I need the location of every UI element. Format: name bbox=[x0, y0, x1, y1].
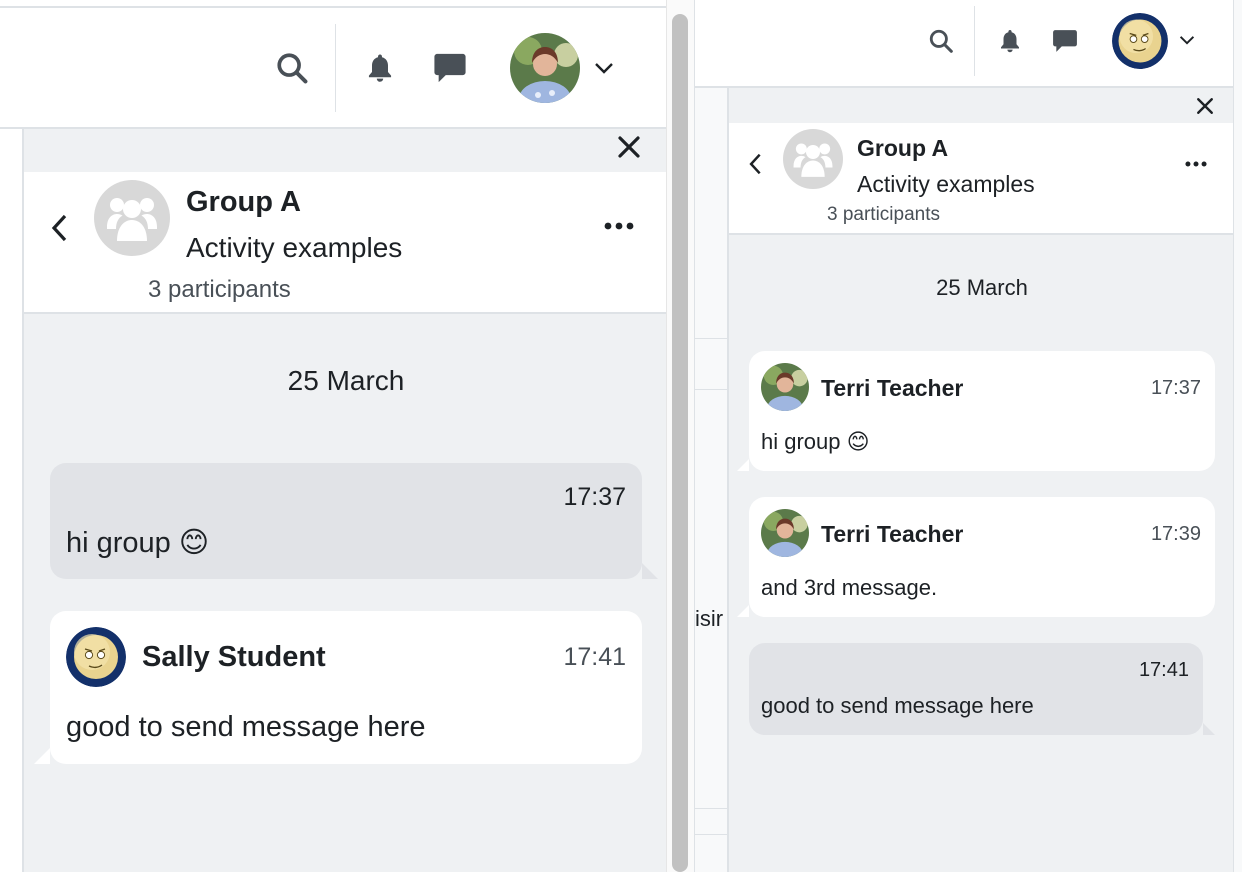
sender-name: Sally Student bbox=[142, 641, 326, 673]
search-icon[interactable] bbox=[923, 24, 959, 58]
background-page-text: isir bbox=[695, 606, 724, 631]
bubble-tail bbox=[34, 748, 50, 764]
group-name: Group A bbox=[186, 186, 301, 218]
close-icon[interactable] bbox=[614, 135, 644, 165]
chevron-left-icon[interactable] bbox=[44, 210, 74, 246]
conversation-header: Group A Activity examples 3 participants bbox=[24, 172, 668, 314]
navbar-divider bbox=[335, 24, 336, 112]
conversation-header: Group A Activity examples 3 participants bbox=[729, 123, 1235, 235]
divider bbox=[695, 834, 727, 835]
group-subtitle: Activity examples bbox=[857, 171, 1035, 197]
chat-icon[interactable] bbox=[428, 48, 472, 88]
bubble-tail bbox=[737, 605, 749, 617]
navbar-divider bbox=[974, 6, 975, 76]
scrollbar-thumb[interactable] bbox=[672, 14, 688, 872]
group-name: Group A bbox=[857, 135, 949, 161]
right-browser-window: isir Group A Activity examples 3 partici… bbox=[694, 0, 1242, 872]
user-avatar[interactable] bbox=[1112, 13, 1168, 69]
message-bubble-other: Terri Teacher 17:37 hi group 😊 bbox=[737, 351, 1215, 471]
message-time: 17:39 bbox=[1150, 523, 1201, 545]
message-drawer: Group A Activity examples 3 participants… bbox=[22, 129, 668, 872]
bubble-tail bbox=[737, 459, 749, 471]
search-icon[interactable] bbox=[270, 48, 314, 88]
message-text: good to send message here bbox=[761, 693, 1034, 718]
participant-count[interactable]: 3 participants bbox=[827, 204, 940, 226]
group-subtitle: Activity examples bbox=[186, 232, 403, 263]
bubble-tail bbox=[1203, 723, 1215, 735]
chevron-down-icon[interactable] bbox=[1175, 28, 1199, 52]
window-edge bbox=[1233, 0, 1242, 872]
user-avatar[interactable] bbox=[510, 33, 580, 103]
bell-icon[interactable] bbox=[360, 48, 400, 88]
chevron-left-icon[interactable] bbox=[743, 149, 767, 179]
chat-icon[interactable] bbox=[1047, 24, 1083, 58]
bubble-tail bbox=[642, 563, 658, 579]
close-icon[interactable] bbox=[1191, 92, 1219, 120]
more-icon[interactable] bbox=[1179, 149, 1213, 179]
bell-icon[interactable] bbox=[993, 24, 1027, 58]
message-bubble-other: Terri Teacher 17:39 and 3rd message. bbox=[737, 497, 1215, 617]
message-text: and 3rd message. bbox=[761, 575, 938, 600]
message-text: hi group 😊 bbox=[761, 429, 870, 454]
message-time: 17:41 bbox=[1138, 659, 1189, 681]
group-icon bbox=[783, 129, 843, 189]
divider bbox=[695, 338, 727, 339]
message-text: good to send message here bbox=[66, 711, 426, 743]
day-label: 25 March bbox=[287, 365, 405, 396]
sender-avatar[interactable] bbox=[761, 509, 809, 557]
sender-name: Terri Teacher bbox=[821, 521, 964, 547]
message-time: 17:41 bbox=[563, 643, 626, 671]
message-text: hi group 😊 bbox=[66, 527, 210, 559]
message-bubble-own: 17:41 good to send message here bbox=[749, 643, 1215, 735]
day-label: 25 March bbox=[936, 275, 1028, 300]
divider bbox=[695, 808, 727, 809]
chevron-down-icon[interactable] bbox=[590, 54, 618, 82]
message-bubble-other: Sally Student 17:41 good to send message… bbox=[34, 611, 642, 764]
divider bbox=[695, 389, 727, 390]
navbar bbox=[0, 8, 666, 129]
sender-avatar[interactable] bbox=[66, 627, 126, 687]
navbar bbox=[695, 0, 1242, 88]
more-icon[interactable] bbox=[599, 208, 639, 244]
message-drawer: Group A Activity examples 3 participants… bbox=[727, 88, 1235, 872]
sender-name: Terri Teacher bbox=[821, 375, 964, 401]
left-browser-window: Group A Activity examples 3 participants… bbox=[0, 0, 694, 872]
sender-avatar[interactable] bbox=[761, 363, 809, 411]
participant-count[interactable]: 3 participants bbox=[148, 276, 291, 304]
message-bubble-own: 17:37 hi group 😊 bbox=[50, 463, 658, 579]
message-time: 17:37 bbox=[1150, 377, 1201, 399]
message-time: 17:37 bbox=[563, 483, 626, 511]
group-icon bbox=[94, 180, 170, 256]
